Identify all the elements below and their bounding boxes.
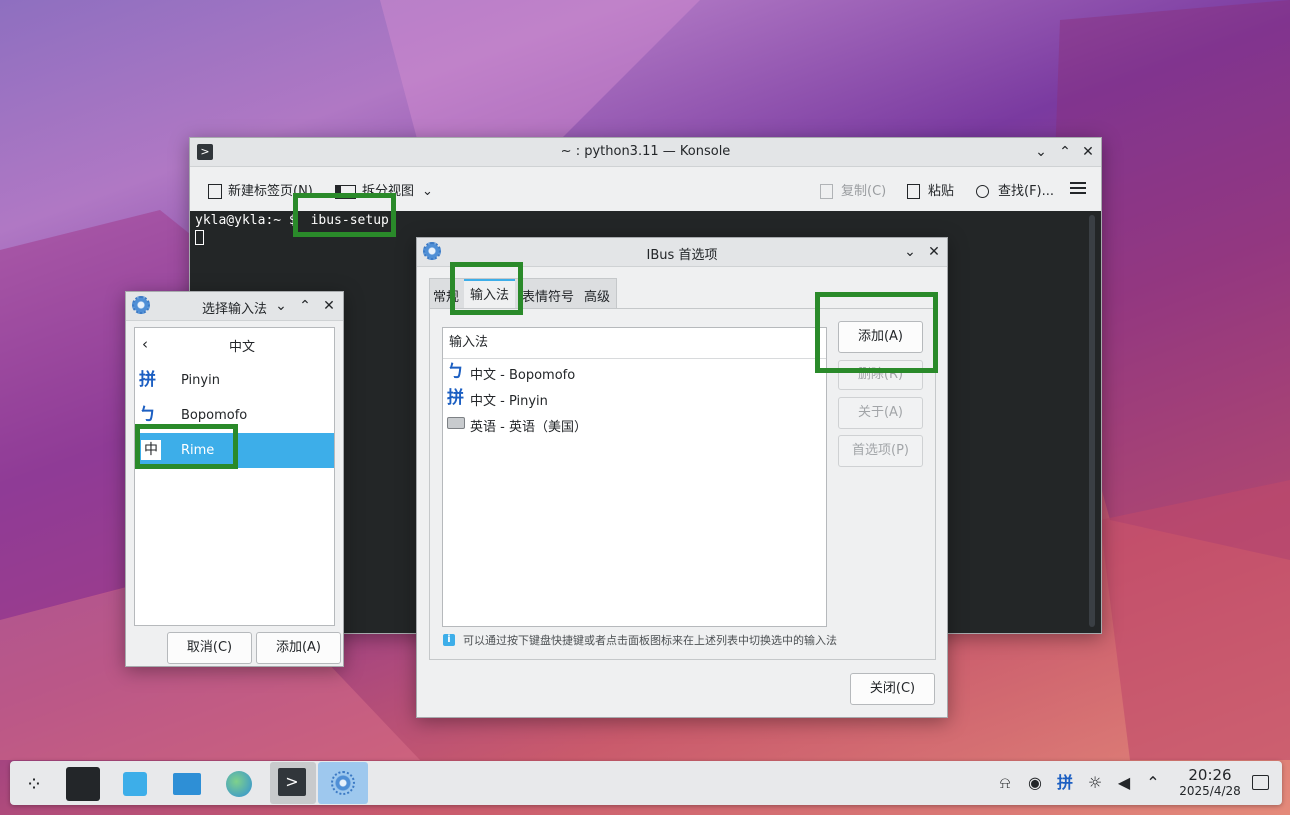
chevron-up-icon[interactable]: ⌃	[1143, 773, 1163, 793]
select-input-method-window: 选择输入法 ⌄ ⌃ ✕ ‹ 中文 拼 Pinyin ㄅ Bopomofo 中 R…	[125, 291, 344, 667]
clock-time: 20:26	[1188, 766, 1232, 784]
close-button[interactable]: ✕	[925, 243, 943, 261]
discover-store-icon[interactable]	[118, 767, 152, 801]
ime-indicator[interactable]: 拼	[1055, 773, 1075, 793]
clock-date: 2025/4/28	[1179, 784, 1241, 798]
list-item[interactable]: 拼 Pinyin	[135, 364, 334, 398]
konsole-toolbar: 新建标签页(N) 拆分视图 ⌄ 复制(C) 粘贴 查找(F)...	[190, 167, 1101, 211]
ibus-preferences-window: IBus 首选项 ⌄ ✕ 常规 输入法 表情符号 高级 输入法 ㄅ 中文 - B…	[416, 237, 948, 718]
ibus-taskbar-icon[interactable]	[318, 762, 368, 804]
add-button[interactable]: 添加(A)	[838, 321, 923, 353]
close-button[interactable]: ✕	[1079, 143, 1097, 161]
list-item[interactable]: 拼 中文 - Pinyin	[443, 385, 826, 411]
split-view-icon	[335, 184, 356, 199]
hamburger-menu-icon[interactable]	[1070, 182, 1086, 194]
list-item[interactable]: ㄅ 中文 - Bopomofo	[443, 359, 826, 385]
find-button[interactable]: 查找(F)...	[976, 180, 1054, 199]
terminal-cursor	[195, 230, 204, 245]
maximize-button[interactable]: ⌃	[1056, 143, 1074, 161]
paste-button[interactable]: 粘贴	[907, 180, 954, 199]
hint-text: 可以通过按下键盘快捷键或者点击面板图标来在上述列表中切换选中的输入法	[463, 634, 837, 647]
tab-emoji[interactable]: 表情符号	[522, 286, 574, 305]
pinyin-icon: 拼	[447, 388, 464, 408]
copy-button[interactable]: 复制(C)	[820, 180, 886, 199]
new-tab-button[interactable]: 新建标签页(N)	[208, 180, 313, 200]
browser-globe-icon[interactable]	[222, 767, 256, 801]
konsole-title: ~ : python3.11 — Konsole	[560, 144, 731, 159]
konsole-taskbar-icon[interactable]: >	[270, 762, 316, 804]
list-item[interactable]: 英语 - 英语（美国）	[443, 411, 826, 437]
close-dialog-button[interactable]: 关闭(C)	[850, 673, 935, 705]
select-ime-title: 选择输入法	[202, 302, 268, 317]
terminal-command: ibus-setup	[310, 213, 389, 228]
tab-input-method[interactable]: 输入法	[464, 279, 516, 309]
keyboard-icon	[447, 417, 465, 429]
system-settings-icon[interactable]	[66, 767, 100, 801]
taskbar: ⁘ > ⍾ ◉ 拼 ☼ ◀ ⌃ 20:26 2025/4/28	[10, 761, 1282, 805]
info-icon: i	[443, 634, 455, 646]
select-ime-titlebar: 选择输入法 ⌄ ⌃ ✕	[126, 292, 343, 321]
terminal-scrollbar[interactable]	[1089, 215, 1095, 627]
app-launcher-icon[interactable]: ⁘	[17, 767, 51, 801]
brightness-icon[interactable]: ☼	[1085, 773, 1105, 793]
file-manager-icon[interactable]	[170, 767, 204, 801]
list-header: 输入法	[443, 328, 826, 359]
paste-icon	[907, 184, 920, 199]
bopomofo-icon: ㄅ	[447, 362, 464, 382]
minimize-button[interactable]: ⌄	[1032, 143, 1050, 161]
clock[interactable]: 20:26 2025/4/28	[1170, 767, 1250, 799]
konsole-titlebar: > ~ : python3.11 — Konsole ⌄ ⌃ ✕	[190, 138, 1101, 167]
language-label: 中文	[229, 340, 256, 355]
notifications-bell-icon[interactable]: ⍾	[995, 773, 1015, 793]
chevron-down-icon: ⌄	[422, 184, 433, 199]
ime-choice-list[interactable]: ‹ 中文 拼 Pinyin ㄅ Bopomofo 中 Rime	[134, 327, 335, 626]
close-button[interactable]: ✕	[320, 297, 338, 315]
gear-icon	[132, 296, 150, 314]
minimize-button[interactable]: ⌄	[901, 243, 919, 261]
pinyin-icon: 拼	[139, 370, 156, 390]
copy-icon	[820, 184, 833, 199]
preferences-button[interactable]: 首选项(P)	[838, 435, 923, 467]
new-tab-icon	[208, 184, 222, 199]
tab-advanced[interactable]: 高级	[584, 286, 610, 305]
input-method-list[interactable]: 输入法 ㄅ 中文 - Bopomofo 拼 中文 - Pinyin 英语 - 英…	[442, 327, 827, 627]
volume-icon[interactable]: ◀	[1114, 773, 1134, 793]
chevron-left-icon[interactable]: ‹	[142, 335, 148, 353]
tab-bar: 常规 输入法 表情符号 高级	[429, 278, 617, 309]
add-button[interactable]: 添加(A)	[256, 632, 341, 664]
remove-button[interactable]: 删除(R)	[838, 360, 923, 390]
list-item-selected[interactable]: 中 Rime	[135, 433, 334, 468]
back-row[interactable]: ‹ 中文	[135, 328, 334, 361]
ibus-titlebar: IBus 首选项 ⌄ ✕	[417, 238, 947, 267]
ibus-title: IBus 首选项	[646, 248, 718, 263]
search-icon	[976, 185, 989, 198]
split-view-button[interactable]: 拆分视图 ⌄	[335, 180, 433, 200]
show-desktop-icon[interactable]	[1252, 775, 1269, 790]
rime-icon: 中	[141, 440, 161, 460]
tab-general[interactable]: 常规	[433, 286, 459, 305]
list-item[interactable]: ㄅ Bopomofo	[135, 399, 334, 433]
minimize-button[interactable]: ⌄	[272, 297, 290, 315]
update-notifier-icon[interactable]: ◉	[1025, 773, 1045, 793]
maximize-button[interactable]: ⌃	[296, 297, 314, 315]
about-button[interactable]: 关于(A)	[838, 397, 923, 429]
terminal-prompt: ykla@ykla:~ $	[195, 213, 297, 228]
bopomofo-icon: ㄅ	[139, 405, 156, 425]
cancel-button[interactable]: 取消(C)	[167, 632, 252, 664]
